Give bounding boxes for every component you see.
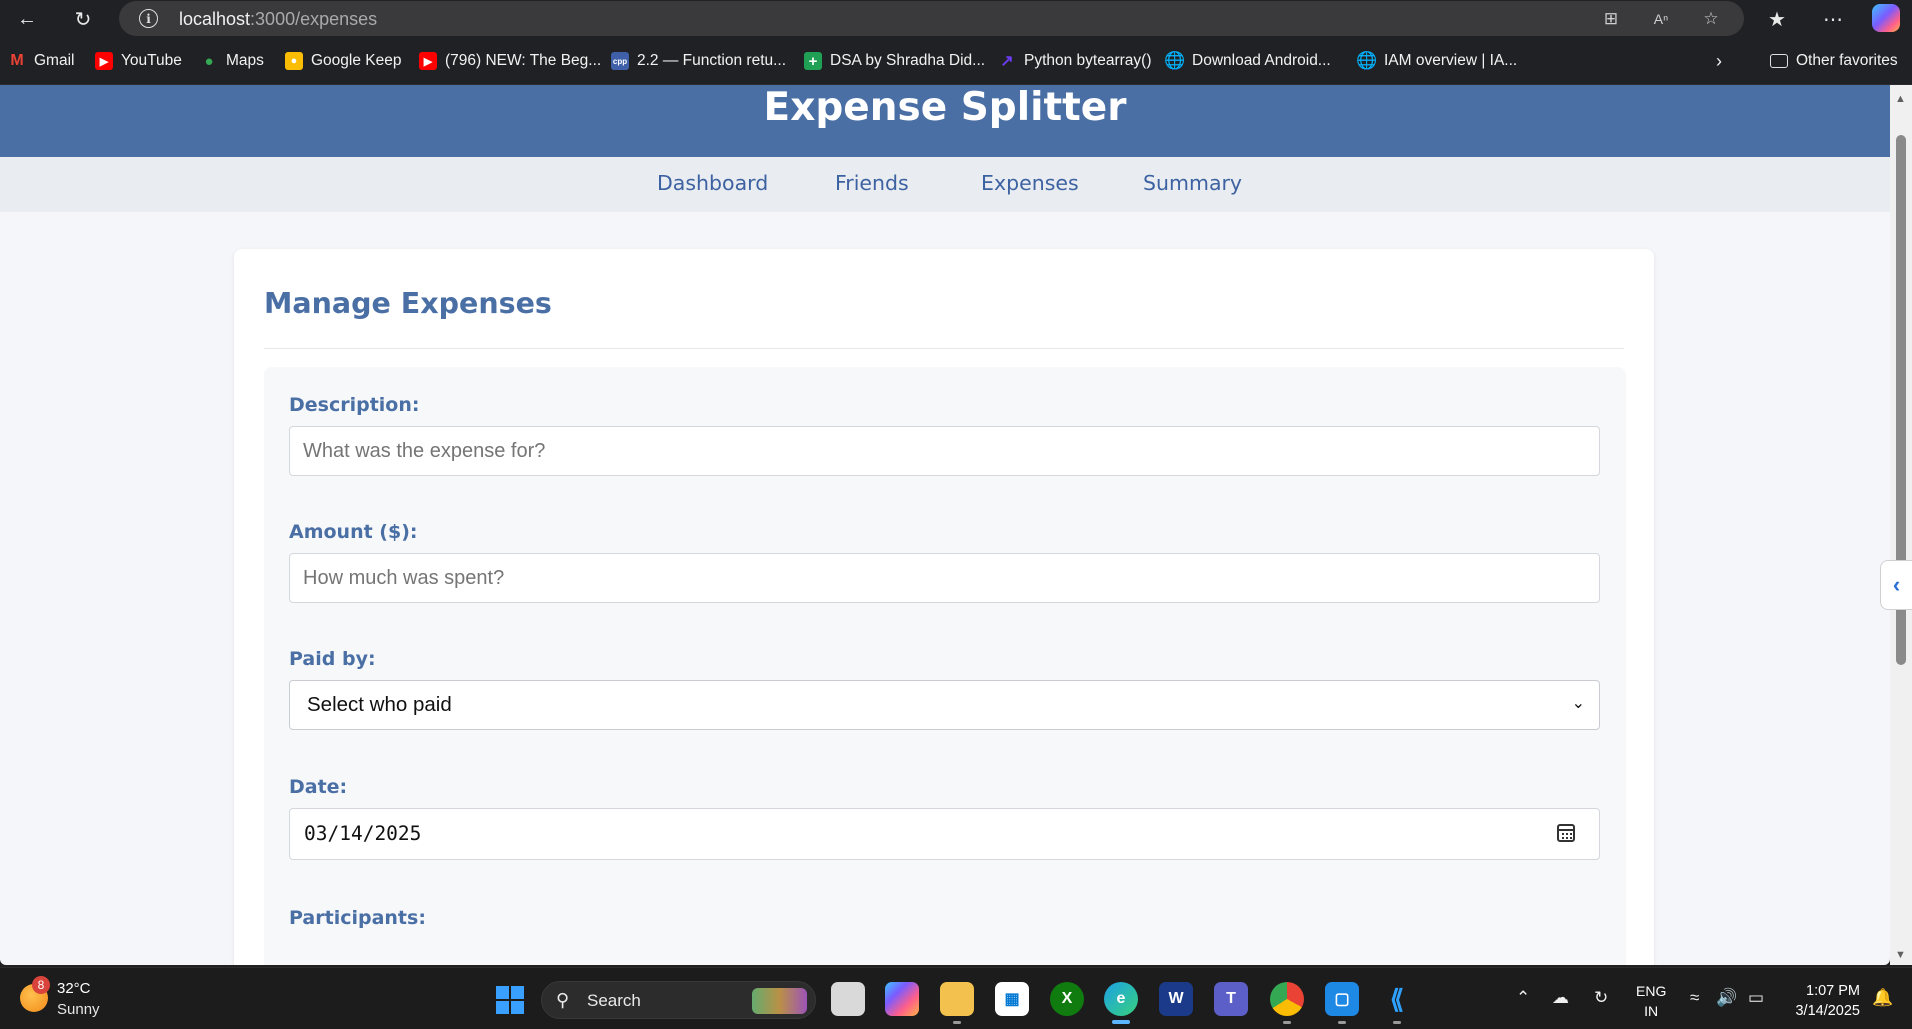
app-header: Expense Splitter <box>0 85 1890 157</box>
paid-by-select[interactable]: Select who paid ⌄ <box>289 680 1600 730</box>
participants-label: Participants: <box>289 907 426 929</box>
favorite-gmail[interactable]: M Gmail <box>8 51 74 71</box>
page-viewport: Expense Splitter Dashboard Friends Expen… <box>0 85 1890 965</box>
date-label: Date: <box>289 776 348 798</box>
favorites-icon[interactable]: ★ <box>1762 4 1792 34</box>
amount-label: Amount ($): <box>289 521 418 543</box>
nav-expenses[interactable]: Expenses <box>981 171 1079 195</box>
favorites-overflow-chevron-icon[interactable]: › <box>1716 51 1722 71</box>
wifi-icon[interactable]: ≈ <box>1690 988 1699 1008</box>
sync-icon[interactable]: ↻ <box>1594 988 1608 1008</box>
date-value: 03/14/2025 <box>304 822 422 845</box>
language-indicator[interactable]: ENG IN <box>1636 981 1666 1021</box>
divider <box>264 348 1624 349</box>
youtube-icon: ▶ <box>95 52 113 70</box>
url-text[interactable]: localhost:3000/expenses <box>179 9 377 30</box>
notification-bell-icon[interactable]: 🔔 <box>1872 988 1893 1008</box>
favorite-youtube-video[interactable]: ▶ (796) NEW: The Beg... <box>419 51 601 71</box>
vscode-icon[interactable]: ⟪ <box>1380 982 1414 1016</box>
search-highlight-image <box>752 988 807 1014</box>
running-indicator <box>1338 1021 1346 1024</box>
nav-summary[interactable]: Summary <box>1143 171 1242 195</box>
back-arrow-icon[interactable]: ← <box>12 4 42 34</box>
favorite-star-icon[interactable]: ☆ <box>1699 7 1723 31</box>
active-app-indicator <box>1112 1020 1130 1024</box>
search-icon: ⚲ <box>556 990 570 1010</box>
folder-icon <box>1770 54 1788 68</box>
teams-icon[interactable]: T <box>1214 982 1248 1016</box>
favorite-youtube[interactable]: ▶ YouTube <box>95 51 182 71</box>
nav-friends[interactable]: Friends <box>835 171 909 195</box>
more-menu-icon[interactable]: ⋯ <box>1818 4 1848 34</box>
sidebar-expand-chevron-icon[interactable]: ‹ <box>1880 560 1912 610</box>
youtube-icon: ▶ <box>419 52 437 70</box>
running-indicator <box>1393 1021 1401 1024</box>
chevron-down-icon: ⌄ <box>1571 695 1585 712</box>
calendar-icon[interactable] <box>1557 824 1575 842</box>
refresh-icon[interactable]: ↻ <box>68 4 98 34</box>
favorite-function-return[interactable]: cpp 2.2 — Function retu... <box>611 51 786 71</box>
description-input[interactable] <box>289 426 1600 476</box>
globe-icon: 🌐 <box>1164 51 1186 70</box>
volume-icon[interactable]: 🔊 <box>1716 988 1737 1008</box>
app-nav: Dashboard Friends Expenses Summary <box>0 157 1890 212</box>
edge-browser-icon[interactable]: e <box>1104 982 1138 1016</box>
favorite-python-bytearray[interactable]: ↗ Python bytearray() <box>998 51 1151 71</box>
scroll-down-arrow-icon[interactable]: ▼ <box>1895 949 1906 961</box>
weather-condition[interactable]: Sunny <box>57 1001 100 1018</box>
cpp-icon: cpp <box>611 52 629 70</box>
other-favorites[interactable]: Other favorites <box>1770 51 1898 71</box>
browser-toolbar: ← ↻ i localhost:3000/expenses ⊞ Aⁿ ☆ ★ ⋯ <box>0 0 1912 37</box>
weather-temperature[interactable]: 32°C <box>57 980 91 997</box>
app-available-icon[interactable]: ⊞ <box>1599 7 1623 31</box>
keep-icon: ● <box>285 52 303 70</box>
description-label: Description: <box>289 394 420 416</box>
date-input[interactable]: 03/14/2025 <box>289 808 1600 860</box>
favorites-bar: M Gmail ▶ YouTube ● Maps ● Google Keep ▶ (796… <box>0 37 1912 85</box>
plus-icon: + <box>804 52 822 70</box>
programiz-icon: ↗ <box>1000 53 1014 70</box>
paid-by-selected-value: Select who paid <box>307 693 452 716</box>
address-bar[interactable]: i localhost:3000/expenses ⊞ Aⁿ ☆ <box>119 1 1744 36</box>
show-hidden-icons-chevron-icon[interactable]: ⌃ <box>1516 988 1530 1008</box>
running-indicator <box>1283 1021 1291 1024</box>
chrome-icon[interactable] <box>1270 982 1304 1016</box>
copilot-app-icon[interactable] <box>885 982 919 1016</box>
copilot-icon[interactable] <box>1872 4 1900 32</box>
page-title: Manage Expenses <box>264 287 552 320</box>
expense-form: Description: Amount ($): Paid by: Select… <box>264 367 1626 965</box>
running-indicator <box>953 1021 961 1024</box>
amount-input[interactable] <box>289 553 1600 603</box>
gmail-icon: M <box>10 52 24 69</box>
favorite-iam-overview[interactable]: 🌐 IAM overview | IA... <box>1356 51 1517 71</box>
windows-taskbar: 8 32°C Sunny ⚲ Search ▦ X e W T ▢ ⟪ ⌃ ☁ … <box>0 967 1912 1029</box>
remote-desktop-icon[interactable]: ▢ <box>1325 982 1359 1016</box>
maps-icon: ● <box>204 52 214 70</box>
globe-icon: 🌐 <box>1356 51 1378 70</box>
expenses-card: Manage Expenses Description: Amount ($):… <box>234 249 1654 965</box>
weather-badge: 8 <box>32 976 50 994</box>
search-label: Search <box>587 991 641 1010</box>
nav-dashboard[interactable]: Dashboard <box>657 171 768 195</box>
favorite-dsa[interactable]: + DSA by Shradha Did... <box>804 51 985 71</box>
task-view-icon[interactable] <box>831 982 865 1016</box>
read-aloud-icon[interactable]: Aⁿ <box>1649 7 1673 31</box>
clock[interactable]: 1:07 PM 3/14/2025 <box>1786 981 1860 1021</box>
scroll-up-arrow-icon[interactable]: ▲ <box>1895 93 1906 105</box>
webex-icon[interactable]: W <box>1159 982 1193 1016</box>
favorite-maps[interactable]: ● Maps <box>200 51 263 71</box>
app-title: Expense Splitter <box>763 85 1127 130</box>
microsoft-store-icon[interactable]: ▦ <box>995 982 1029 1016</box>
onedrive-cloud-icon[interactable]: ☁ <box>1552 988 1569 1008</box>
favorite-download-android[interactable]: 🌐 Download Android... <box>1164 51 1330 71</box>
paid-by-label: Paid by: <box>289 648 376 670</box>
site-info-icon[interactable]: i <box>139 9 158 28</box>
file-explorer-icon[interactable] <box>940 982 974 1016</box>
windows-start-icon[interactable] <box>496 986 524 1014</box>
xbox-icon[interactable]: X <box>1050 982 1084 1016</box>
taskbar-search[interactable]: ⚲ Search <box>541 981 816 1019</box>
favorite-google-keep[interactable]: ● Google Keep <box>285 51 402 71</box>
vertical-scrollbar[interactable]: ▲ ▼ <box>1890 85 1912 965</box>
battery-icon[interactable]: ▭ <box>1748 988 1764 1008</box>
